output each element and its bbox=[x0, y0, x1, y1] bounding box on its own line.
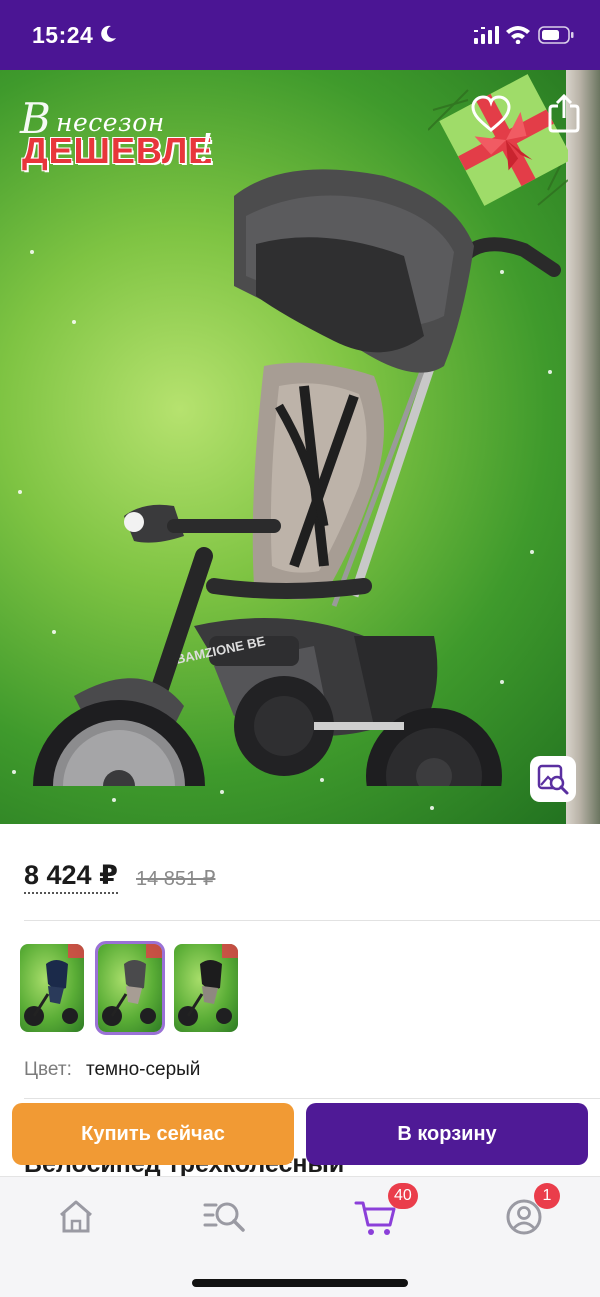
nav-profile[interactable]: 1 bbox=[500, 1183, 560, 1239]
buy-now-button[interactable]: Купить сейчас bbox=[12, 1103, 294, 1165]
color-value: темно-серый bbox=[86, 1059, 201, 1080]
promo-logo-exclaim: ! bbox=[198, 126, 214, 170]
product-image-gallery[interactable]: В несезон ДЕШЕВЛЕ ! BAMZIONE BE bbox=[0, 70, 600, 824]
variant-thumbnail-black[interactable] bbox=[174, 944, 238, 1032]
old-price: 14 851 ₽ bbox=[136, 868, 216, 890]
catalog-search-icon bbox=[203, 1202, 245, 1232]
color-label: Цвет: bbox=[24, 1059, 72, 1080]
variant-thumbnail-dark-gray[interactable] bbox=[95, 941, 165, 1035]
home-indicator bbox=[192, 1279, 408, 1287]
nav-home[interactable] bbox=[52, 1195, 100, 1239]
share-icon[interactable] bbox=[544, 92, 584, 134]
sparkle bbox=[12, 770, 16, 774]
cart-count-badge: 40 bbox=[388, 1183, 418, 1209]
moon-icon bbox=[101, 25, 116, 42]
nav-cart[interactable]: 40 bbox=[352, 1183, 418, 1239]
sparkle bbox=[18, 490, 22, 494]
sparkle bbox=[112, 798, 116, 802]
next-image-peek[interactable] bbox=[566, 70, 600, 824]
current-price[interactable]: 8 424 ₽ bbox=[24, 860, 118, 894]
status-time: 15:24 bbox=[32, 22, 94, 48]
nav-catalog[interactable] bbox=[200, 1195, 248, 1239]
image-search-button[interactable] bbox=[530, 756, 576, 802]
sparkle bbox=[430, 806, 434, 810]
product-photo-stroller: BAMZIONE BE bbox=[33, 169, 561, 786]
profile-notification-badge: 1 bbox=[534, 1183, 560, 1209]
home-icon bbox=[60, 1200, 92, 1233]
favorite-heart-icon[interactable] bbox=[470, 94, 512, 134]
variant-thumbnail-blue[interactable] bbox=[20, 944, 84, 1032]
divider bbox=[24, 920, 600, 921]
bottom-navigation: 40 1 bbox=[0, 1176, 600, 1297]
sparkle bbox=[220, 790, 224, 794]
add-to-cart-button[interactable]: В корзину bbox=[306, 1103, 588, 1165]
battery-icon bbox=[538, 26, 574, 44]
signal-icon bbox=[474, 26, 499, 44]
wifi-icon bbox=[506, 26, 530, 44]
divider bbox=[24, 1098, 600, 1099]
status-bar: 15:24 bbox=[0, 0, 600, 70]
image-search-icon bbox=[537, 764, 569, 795]
